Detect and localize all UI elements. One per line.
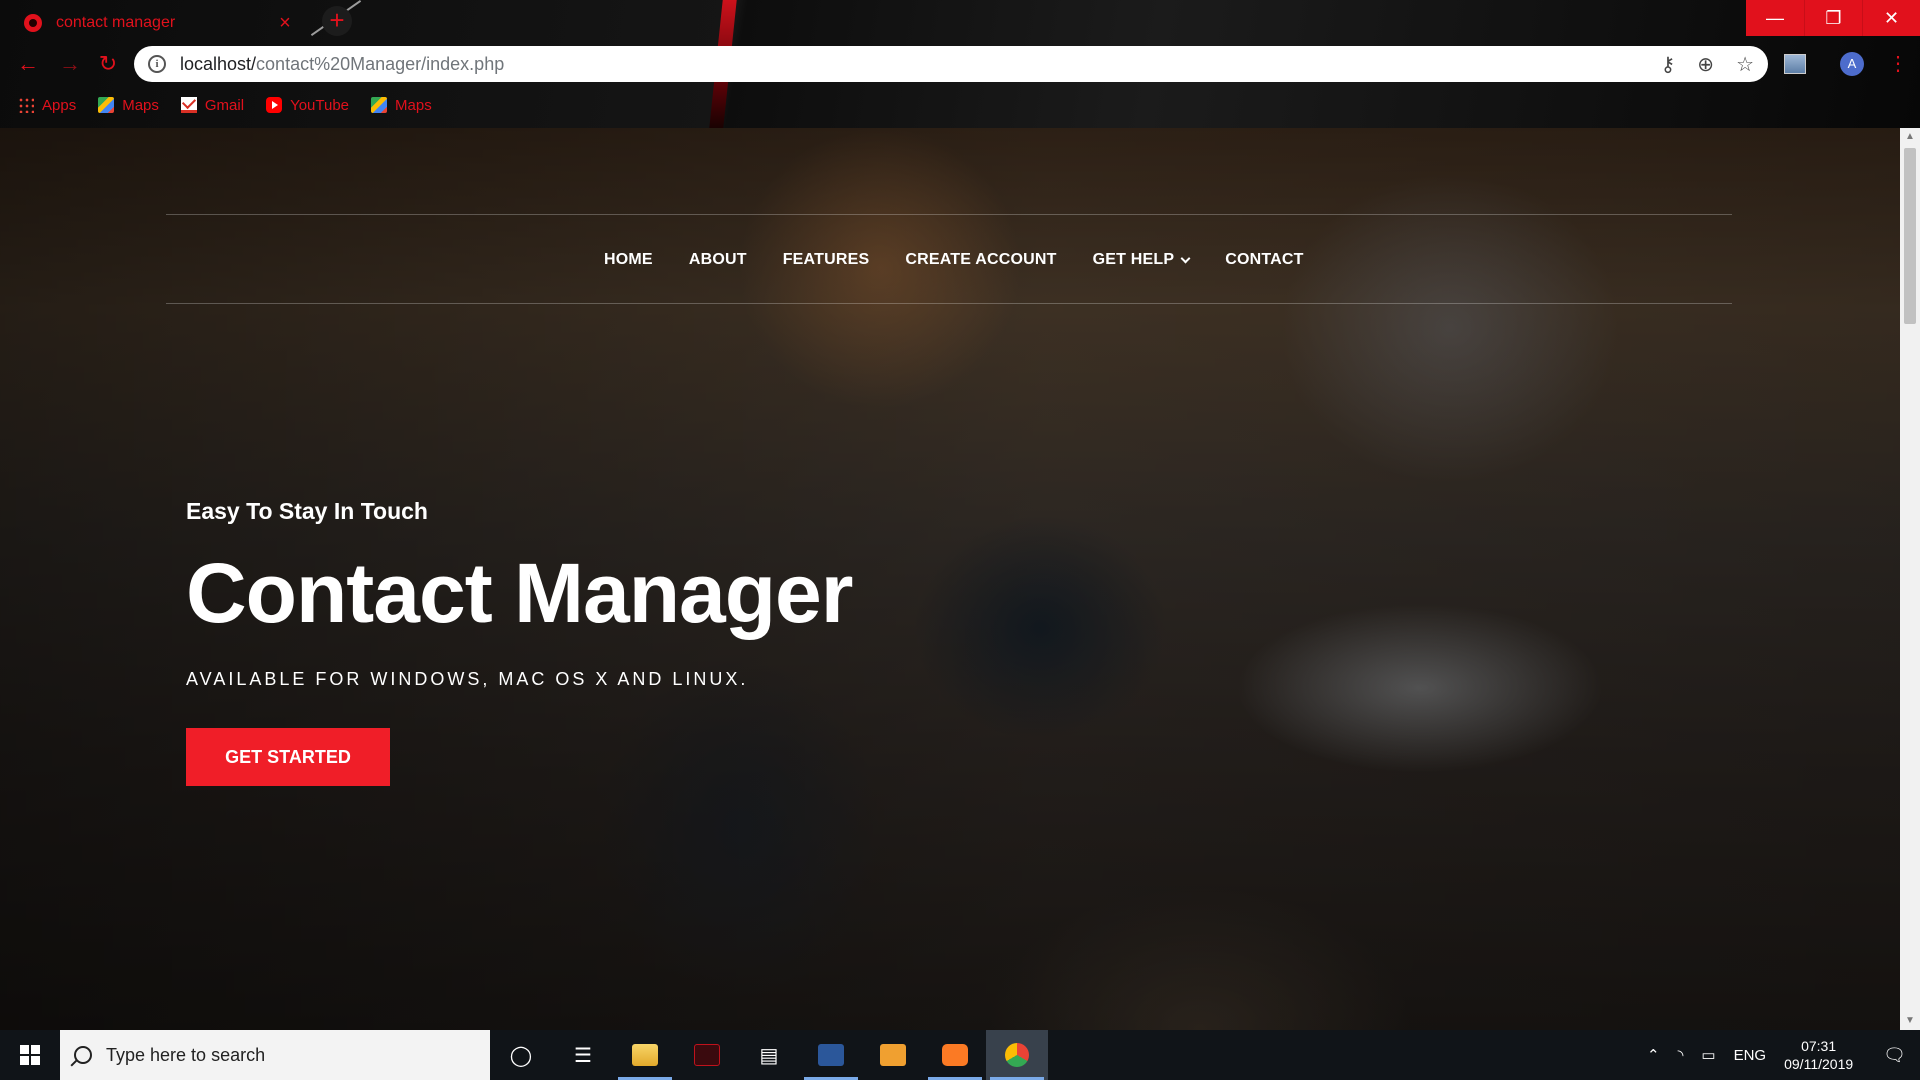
address-bar-actions: ⚷ ⊕ ☆ <box>1661 52 1754 77</box>
start-button[interactable] <box>0 1030 60 1080</box>
page-viewport: HOME ABOUT FEATURES CREATE ACCOUNT GET H… <box>0 128 1900 1030</box>
hero-title: Contact Manager <box>186 546 853 640</box>
navigation-row: ← → ↻ i localhost/ contact%20Manager/ind… <box>0 46 1920 82</box>
menu-home[interactable]: HOME <box>604 251 653 269</box>
windows-taskbar: Type here to search ◯ ☰ ▤ ⌃ ◝ ▭ ENG 07:3… <box>0 1030 1920 1080</box>
notes-app-icon[interactable]: ▤ <box>738 1030 800 1080</box>
clock-time: 07:31 <box>1801 1038 1837 1054</box>
bookmark-youtube[interactable]: YouTube <box>266 97 349 114</box>
menu-about[interactable]: ABOUT <box>689 251 747 269</box>
menu-get-help[interactable]: GET HELP <box>1092 251 1191 269</box>
clock-date: 09/11/2019 <box>1784 1056 1854 1072</box>
tab-title: contact manager <box>56 14 176 31</box>
taskbar-apps: ◯ ☰ ▤ <box>490 1030 1048 1080</box>
window-controls: — ❐ ✕ <box>1746 0 1920 36</box>
bookmark-label: YouTube <box>290 96 350 114</box>
maps-icon <box>371 97 388 113</box>
scrollbar-thumb[interactable] <box>1904 148 1916 324</box>
wifi-icon[interactable]: ◝ <box>1678 1046 1684 1064</box>
tab-favicon-icon <box>24 14 42 32</box>
taskbar-search[interactable]: Type here to search <box>60 1030 490 1080</box>
task-view-icon[interactable]: ☰ <box>552 1030 614 1080</box>
bookmark-star-icon[interactable]: ☆ <box>1736 52 1754 77</box>
clock[interactable]: 07:31 09/11/2019 <box>1784 1037 1853 1073</box>
action-center-icon[interactable]: 🗨 <box>1883 1045 1906 1066</box>
youtube-icon <box>266 97 283 113</box>
back-arrow-icon[interactable]: ← <box>14 50 42 78</box>
url-host: localhost/ <box>180 53 257 74</box>
search-placeholder: Type here to search <box>106 1044 266 1065</box>
bookmarks-bar: Apps Maps Gmail YouTube Maps <box>18 94 432 116</box>
site-navigation: HOME ABOUT FEATURES CREATE ACCOUNT GET H… <box>166 214 1732 304</box>
apps-icon <box>18 97 34 113</box>
bookmark-apps[interactable]: Apps <box>18 97 76 114</box>
menu-get-help-label: GET HELP <box>1092 251 1175 268</box>
page-scrollbar[interactable]: ▲ ▼ <box>1900 128 1920 1030</box>
get-started-button[interactable]: GET STARTED <box>186 728 390 786</box>
chrome-icon[interactable] <box>986 1030 1048 1080</box>
forward-arrow-icon[interactable]: → <box>56 50 84 78</box>
word-icon[interactable] <box>800 1030 862 1080</box>
bookmark-maps[interactable]: Maps <box>98 97 159 114</box>
bookmark-maps-2[interactable]: Maps <box>371 97 432 114</box>
hero-subtitle: AVAILABLE FOR WINDOWS, MAC OS X AND LINU… <box>186 669 749 689</box>
chevron-down-icon <box>1180 253 1191 263</box>
key-icon[interactable]: ⚷ <box>1661 52 1676 77</box>
gmail-icon <box>180 97 197 113</box>
browser-chrome: contact manager × + — ❐ ✕ ← → ↻ i localh… <box>0 0 1920 128</box>
reload-icon[interactable]: ↻ <box>94 50 122 78</box>
maps-icon <box>98 97 115 113</box>
menu-kebab-icon[interactable]: ⋮ <box>1888 50 1908 78</box>
scroll-up-arrow-icon[interactable]: ▲ <box>1900 128 1920 146</box>
search-icon <box>74 1046 92 1064</box>
browser-tab[interactable]: contact manager × <box>12 6 308 40</box>
site-info-icon[interactable]: i <box>148 55 166 73</box>
gaming-app-icon[interactable] <box>676 1030 738 1080</box>
file-explorer-icon[interactable] <box>614 1030 676 1080</box>
bookmark-label: Maps <box>122 96 159 114</box>
system-tray: ⌃ ◝ ▭ ENG 07:31 09/11/2019 🗨 <box>1647 1030 1920 1080</box>
menu-features[interactable]: FEATURES <box>783 251 870 269</box>
hero-kicker: Easy To Stay In Touch <box>186 498 428 524</box>
address-bar[interactable]: i localhost/ contact%20Manager/index.php… <box>134 46 1768 82</box>
scroll-down-arrow-icon[interactable]: ▼ <box>1900 1012 1920 1030</box>
battery-icon[interactable]: ▭ <box>1701 1046 1715 1064</box>
minimize-button[interactable]: — <box>1746 0 1804 36</box>
xampp-icon[interactable] <box>924 1030 986 1080</box>
bookmark-label: Apps <box>42 96 77 114</box>
sublime-text-icon[interactable] <box>862 1030 924 1080</box>
hero-section: Easy To Stay In Touch Contact Manager AV… <box>186 498 853 786</box>
bookmark-label: Gmail <box>204 96 245 114</box>
menu-contact[interactable]: CONTACT <box>1225 251 1303 269</box>
profile-avatar[interactable]: A <box>1840 52 1864 76</box>
url-path: contact%20Manager/index.php <box>256 53 505 74</box>
restore-button[interactable]: ❐ <box>1804 0 1862 36</box>
main-menu: HOME ABOUT FEATURES CREATE ACCOUNT GET H… <box>604 215 1304 305</box>
language-indicator[interactable]: ENG <box>1734 1047 1767 1064</box>
windows-logo-icon <box>20 1045 40 1065</box>
show-hidden-icons-icon[interactable]: ⌃ <box>1647 1046 1660 1064</box>
menu-create-account[interactable]: CREATE ACCOUNT <box>905 251 1056 269</box>
tab-close-icon[interactable]: × <box>274 13 296 33</box>
screen: contact manager × + — ❐ ✕ ← → ↻ i localh… <box>0 0 1920 1080</box>
bookmark-label: Maps <box>395 96 432 114</box>
zoom-icon[interactable]: ⊕ <box>1697 52 1714 77</box>
close-window-button[interactable]: ✕ <box>1862 0 1920 36</box>
cortana-icon[interactable]: ◯ <box>490 1030 552 1080</box>
new-tab-button[interactable]: + <box>322 6 352 36</box>
bookmark-gmail[interactable]: Gmail <box>180 96 245 114</box>
extension-icon[interactable] <box>1784 54 1806 74</box>
